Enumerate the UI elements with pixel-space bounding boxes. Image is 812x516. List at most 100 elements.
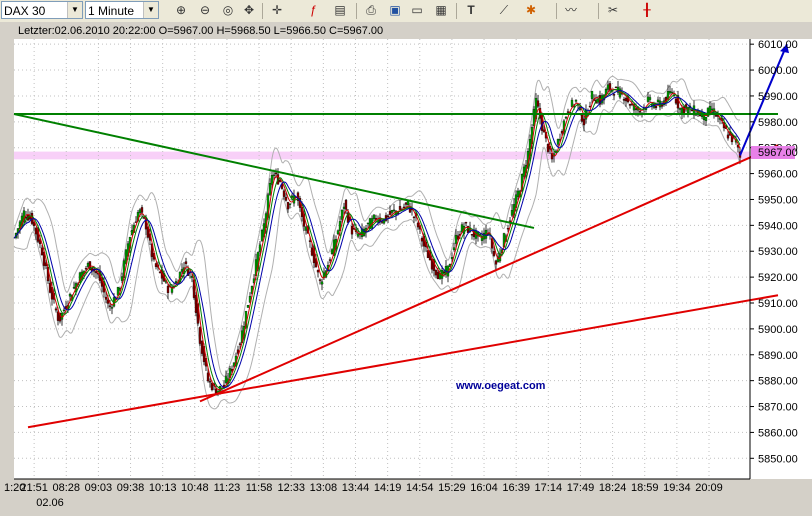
candle-up [356,233,360,237]
toolbar: DAX 30 ▼ 1 Minute ▼ ⊕ ⊖ ◎ ✥ ✛ ƒ ▤ ⎙ ▣ ▭ … [0,0,812,23]
candle-down [238,343,242,345]
chevron-down-icon[interactable]: ▼ [67,2,82,18]
candle-down [416,222,420,228]
symbol-select[interactable]: DAX 30 ▼ [1,1,83,19]
candle-down [714,115,718,117]
y-tick-label: 5920.00 [758,272,798,284]
candle-down [286,202,290,210]
function-icon[interactable]: ƒ [304,2,322,19]
toolbar-divider [456,3,457,19]
candle-up [288,203,292,205]
chevron-down-icon[interactable]: ▼ [143,2,158,18]
candle-down [542,129,546,133]
crosshair-icon[interactable]: ✛ [268,2,286,19]
ohlc-info-line: Letzter:02.06.2010 20:22:00 O=5967.00 H=… [18,25,383,37]
candle-up [522,166,526,177]
y-tick-label: 5890.00 [758,350,798,362]
candle-up [392,209,396,212]
scroll-icon[interactable]: ✥ [240,2,258,19]
zoom-fit-icon[interactable]: ◎ [219,2,237,19]
candle-down [274,172,278,175]
candle-up [406,201,410,206]
candle-up [290,195,294,198]
candle-down [56,311,60,321]
marker-tool-icon[interactable]: ✱ [522,2,540,19]
print-icon[interactable]: ⎙ [362,2,380,19]
candle-up [510,210,514,216]
line-tool-icon[interactable]: ⟋ [495,2,513,19]
candle-down [198,327,202,344]
candle-down [614,86,618,89]
zoom-out-icon[interactable]: ⊖ [196,2,214,19]
candle-up [450,257,454,259]
y-tick-label: 5980.00 [758,117,798,129]
candle-down [624,98,628,102]
candle-down [282,190,286,197]
candle-down [726,134,730,139]
candle-up [258,244,262,252]
y-tick-label: 5880.00 [758,376,798,388]
y-tick-label: 5870.00 [758,402,798,414]
candle-down [208,381,212,383]
x-tick-label: 11:58 [246,482,273,494]
candle-up [556,139,560,145]
candle-up [454,234,458,244]
candle-down [108,305,112,307]
y-tick-label: 6000.00 [758,65,798,77]
candle-up [516,190,520,197]
export-icon[interactable]: ▭ [408,2,426,19]
interval-select[interactable]: 1 Minute ▼ [85,1,159,19]
candle-down [420,237,424,242]
x-tick-label: 13:44 [342,482,370,494]
candle-down [104,296,108,300]
candle-up [174,281,178,283]
candle-up [670,91,674,94]
candle-up [330,249,334,254]
draw-tool-icon[interactable]: 〰 [562,2,580,19]
candle-down [690,109,694,112]
candle-down [34,227,38,235]
candle-down [492,250,496,256]
x-tick-label: 17:49 [567,482,595,494]
candle-up [138,209,142,213]
candle-down [386,215,390,218]
candle-down [184,261,188,264]
candle-up [710,108,714,111]
candle-up [656,99,660,102]
x-tick-label: 08:28 [53,482,81,494]
candle-down [308,240,312,242]
x-tick-label: 18:59 [631,482,659,494]
candle-up [606,84,610,90]
tools-icon[interactable]: ✂ [604,2,622,19]
candle-down [54,308,58,311]
y-tick-label: 5850.00 [758,453,798,465]
candle-down [158,271,162,273]
last-price-label: 5967.00 [758,147,798,159]
candle-up [180,269,184,272]
candle-down [200,340,204,354]
candle-up [668,91,672,94]
chart-panel: 5850.00 5860.00 5870.00 5880.00 5890.00 5900.… [0,22,812,516]
y-tick-label: 6010.00 [758,39,798,51]
chart-settings-icon[interactable]: ▦ [432,2,450,19]
candle-down [350,226,354,235]
toolbar-divider [356,3,357,19]
candle-down [388,211,392,215]
x-tick-label: 09:38 [117,482,145,494]
candle-down [628,104,632,106]
x-tick-label: 12:33 [277,482,305,494]
x-tick-label: 17:14 [535,482,563,494]
candle-style-icon[interactable]: ╂ [638,2,656,19]
candle-up [390,210,394,213]
last-price-band [14,151,750,160]
x-tick-label: 20:09 [695,482,723,494]
text-tool-icon[interactable]: T [462,2,480,19]
save-icon[interactable]: ▣ [386,2,404,19]
candle-up [62,309,66,312]
candle-down [634,108,638,110]
zoom-in-icon[interactable]: ⊕ [172,2,190,19]
candle-down [654,105,658,109]
candle-up [342,206,346,209]
indicator-icon[interactable]: ▤ [331,2,349,19]
y-tick-label: 5860.00 [758,427,798,439]
